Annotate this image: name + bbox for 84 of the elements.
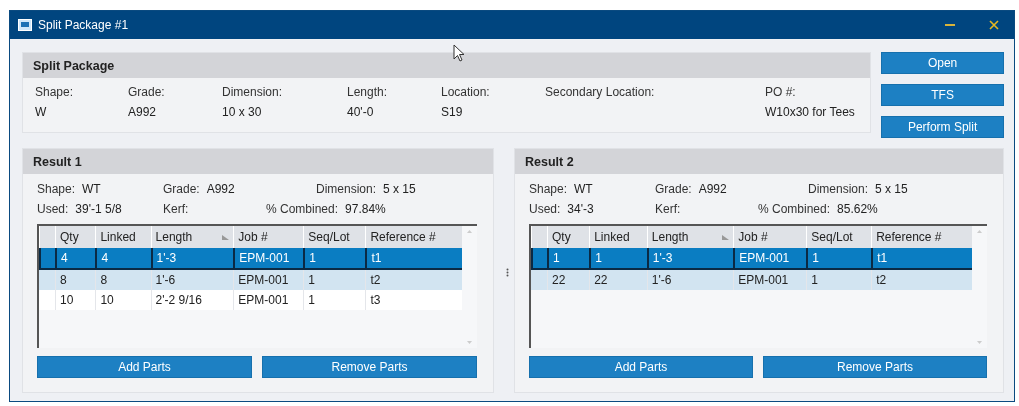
table-cell: EPM-001: [233, 290, 304, 310]
field-value: A992: [128, 105, 158, 119]
table-row[interactable]: 4 4 1'-3 EPM-001 1 t1: [39, 248, 462, 270]
table-cell: t3: [365, 290, 462, 310]
field-value: WT: [82, 182, 101, 196]
table-cell: EPM-001: [733, 270, 807, 290]
field-value: 5 x 15: [875, 182, 908, 196]
close-button[interactable]: [989, 20, 999, 30]
field-label: Shape:: [529, 182, 568, 196]
table-cell: 1: [547, 248, 590, 268]
field-value: 39'-1 5/8: [75, 202, 122, 216]
field-label: Dimension:: [316, 182, 377, 196]
table-cell: t1: [871, 248, 972, 268]
table-row[interactable]: 10 10 2'-2 9/16 EPM-001 1 t3: [39, 290, 462, 310]
field-value: A992: [206, 182, 235, 196]
table-cell: 10: [55, 290, 96, 310]
table-cell: 4: [55, 248, 96, 268]
window-title: Split Package #1: [38, 18, 129, 32]
action-button[interactable]: Perform Split: [881, 116, 1004, 138]
panel-header: Split Package: [23, 53, 871, 78]
field-label: Dimension:: [222, 85, 284, 99]
table-cell: 1: [806, 270, 872, 290]
table-cell: 1'-3: [646, 248, 734, 268]
field-value: 40'-0: [347, 105, 375, 119]
field-label: Dimension:: [808, 182, 869, 196]
table-cell: 1: [303, 248, 366, 268]
field-label: Length:: [347, 85, 389, 99]
field-label: Kerf:: [163, 202, 189, 216]
field-label: Shape:: [37, 182, 76, 196]
table-cell: 1'-3: [150, 248, 234, 268]
panel-header: Result 2: [515, 149, 1003, 174]
field-label: Grade:: [163, 182, 200, 196]
scroll-up-icon[interactable]: [467, 230, 472, 233]
field-label: Secondary Location:: [545, 85, 656, 99]
field-label: Location:: [441, 85, 491, 99]
table-cell: 10: [95, 290, 151, 310]
table-cell: 1: [806, 248, 872, 268]
table-cell: 22: [547, 270, 590, 290]
table-cell: EPM-001: [233, 248, 304, 268]
action-button[interactable]: Open: [881, 52, 1004, 74]
table-cell: 2'-2 9/16: [150, 290, 234, 310]
scroll-down-icon[interactable]: [467, 341, 472, 344]
table-cell: 22: [589, 270, 647, 290]
field-label: Used:: [529, 202, 561, 216]
field-label: % Combined:: [266, 202, 339, 216]
field-value: S19: [441, 105, 464, 119]
scroll-up-icon[interactable]: [977, 230, 982, 233]
action-button[interactable]: Add Parts: [37, 356, 252, 378]
table-cell: 1: [589, 248, 647, 268]
table-row[interactable]: 8 8 1'-6 EPM-001 1 t2: [39, 270, 462, 290]
field-value: 10 x 30: [222, 105, 263, 119]
field-label: % Combined:: [758, 202, 831, 216]
minimize-button[interactable]: [945, 24, 955, 26]
field-value: W10x30 for Tees: [765, 105, 856, 119]
splitter-handle[interactable]: [506, 268, 509, 277]
table-row[interactable]: 22 22 1'-6 EPM-001 1 t2: [531, 270, 972, 290]
scroll-down-icon[interactable]: [977, 341, 982, 344]
table-row[interactable]: 1 1 1'-3 EPM-001 1 t1: [531, 248, 972, 270]
field-label: Used:: [37, 202, 69, 216]
action-button[interactable]: Add Parts: [529, 356, 753, 378]
field-label: Grade:: [655, 182, 692, 196]
table-cell: t2: [871, 270, 972, 290]
field-value: 5 x 15: [383, 182, 416, 196]
action-button[interactable]: TFS: [881, 84, 1004, 106]
field-label: Kerf:: [655, 202, 681, 216]
app-icon: [18, 19, 32, 31]
table-cell: 4: [95, 248, 151, 268]
field-value: W: [35, 105, 48, 119]
table-cell: EPM-001: [733, 248, 807, 268]
field-value: 34'-3: [567, 202, 594, 216]
field-value: WT: [574, 182, 593, 196]
table-cell: 1'-6: [646, 270, 734, 290]
field-label: Grade:: [128, 85, 166, 99]
table-cell: t1: [365, 248, 462, 268]
field-label: Shape:: [35, 85, 75, 99]
field-value: 85.62%: [837, 202, 878, 216]
action-button[interactable]: Remove Parts: [763, 356, 987, 378]
action-button[interactable]: Remove Parts: [262, 356, 477, 378]
table-cell: 1: [303, 290, 366, 310]
field-value: A992: [698, 182, 727, 196]
field-label: PO #:: [765, 85, 797, 99]
field-value: 97.84%: [345, 202, 386, 216]
cursor-icon: [453, 44, 465, 62]
panel-header: Result 1: [23, 149, 493, 174]
